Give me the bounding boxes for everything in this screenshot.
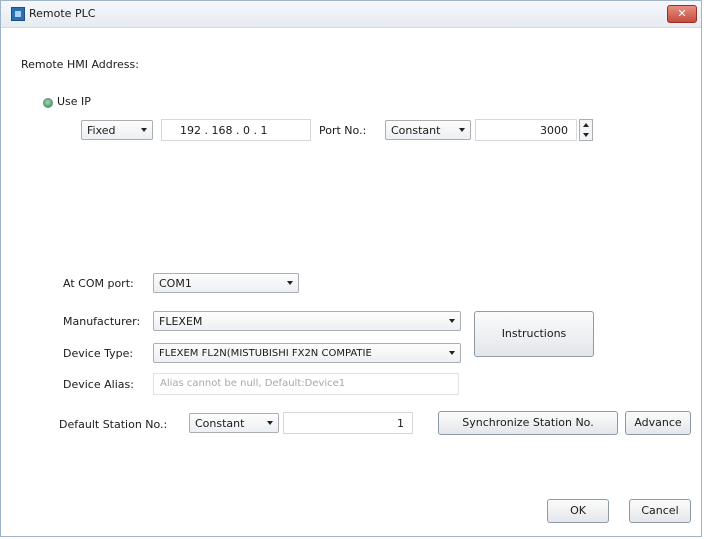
remote-hmi-address-heading: Remote HMI Address: [21,58,139,71]
close-button[interactable]: ✕ [667,5,697,23]
instructions-button[interactable]: Instructions [474,311,594,357]
ip-address-value: 192 . 168 . 0 . 1 [180,124,268,137]
port-number-value: 3000 [540,124,568,137]
device-alias-input[interactable]: Alias cannot be null, Default:Device1 [153,373,459,395]
advance-button-label: Advance [634,416,682,429]
port-number-input[interactable]: 3000 [475,119,577,141]
synchronize-station-button[interactable]: Synchronize Station No. [438,411,618,435]
device-type-value: FLEXEM FL2N(MISTUBISHI FX2N COMPATIE [159,348,372,359]
cancel-button[interactable]: Cancel [629,499,691,523]
port-number-spinner[interactable] [579,119,593,141]
port-mode-value: Constant [391,124,441,137]
device-type-label: Device Type: [63,347,134,360]
use-ip-radio[interactable] [43,98,53,108]
port-mode-select[interactable]: Constant [385,120,471,140]
app-icon [11,7,25,21]
spin-up-icon[interactable] [583,123,589,127]
device-alias-label: Device Alias: [63,378,134,391]
title-bar: Remote PLC ✕ [1,1,701,28]
use-ip-label: Use IP [57,95,91,108]
window-title: Remote PLC [29,7,96,20]
com-port-value: COM1 [159,277,192,290]
chevron-down-icon [449,319,455,323]
default-station-label: Default Station No.: [59,418,168,431]
chevron-down-icon [459,128,465,132]
chevron-down-icon [141,128,147,132]
station-mode-select[interactable]: Constant [189,413,279,433]
chevron-down-icon [267,421,273,425]
ok-button-label: OK [570,504,586,517]
remote-plc-dialog: Remote PLC ✕ Remote HMI Address: Use IP … [0,0,702,537]
spin-down-icon[interactable] [583,133,589,137]
station-number-input[interactable]: 1 [283,412,413,434]
com-port-label: At COM port: [63,277,134,290]
station-mode-value: Constant [195,417,245,430]
ip-mode-value: Fixed [87,124,116,137]
manufacturer-label: Manufacturer: [63,315,141,328]
chevron-down-icon [449,351,455,355]
manufacturer-value: FLEXEM [159,315,203,328]
cancel-button-label: Cancel [641,504,679,517]
com-port-select[interactable]: COM1 [153,273,299,293]
ip-mode-select[interactable]: Fixed [81,120,153,140]
ip-address-input[interactable]: 192 . 168 . 0 . 1 [161,119,311,141]
synchronize-station-button-label: Synchronize Station No. [462,416,594,429]
station-number-value: 1 [397,417,404,430]
port-label: Port No.: [319,124,367,137]
chevron-down-icon [287,281,293,285]
device-type-select[interactable]: FLEXEM FL2N(MISTUBISHI FX2N COMPATIE [153,343,461,363]
advance-button[interactable]: Advance [625,411,691,435]
manufacturer-select[interactable]: FLEXEM [153,311,461,331]
ok-button[interactable]: OK [547,499,609,523]
instructions-button-label: Instructions [501,327,567,340]
device-alias-placeholder: Alias cannot be null, Default:Device1 [160,378,346,389]
